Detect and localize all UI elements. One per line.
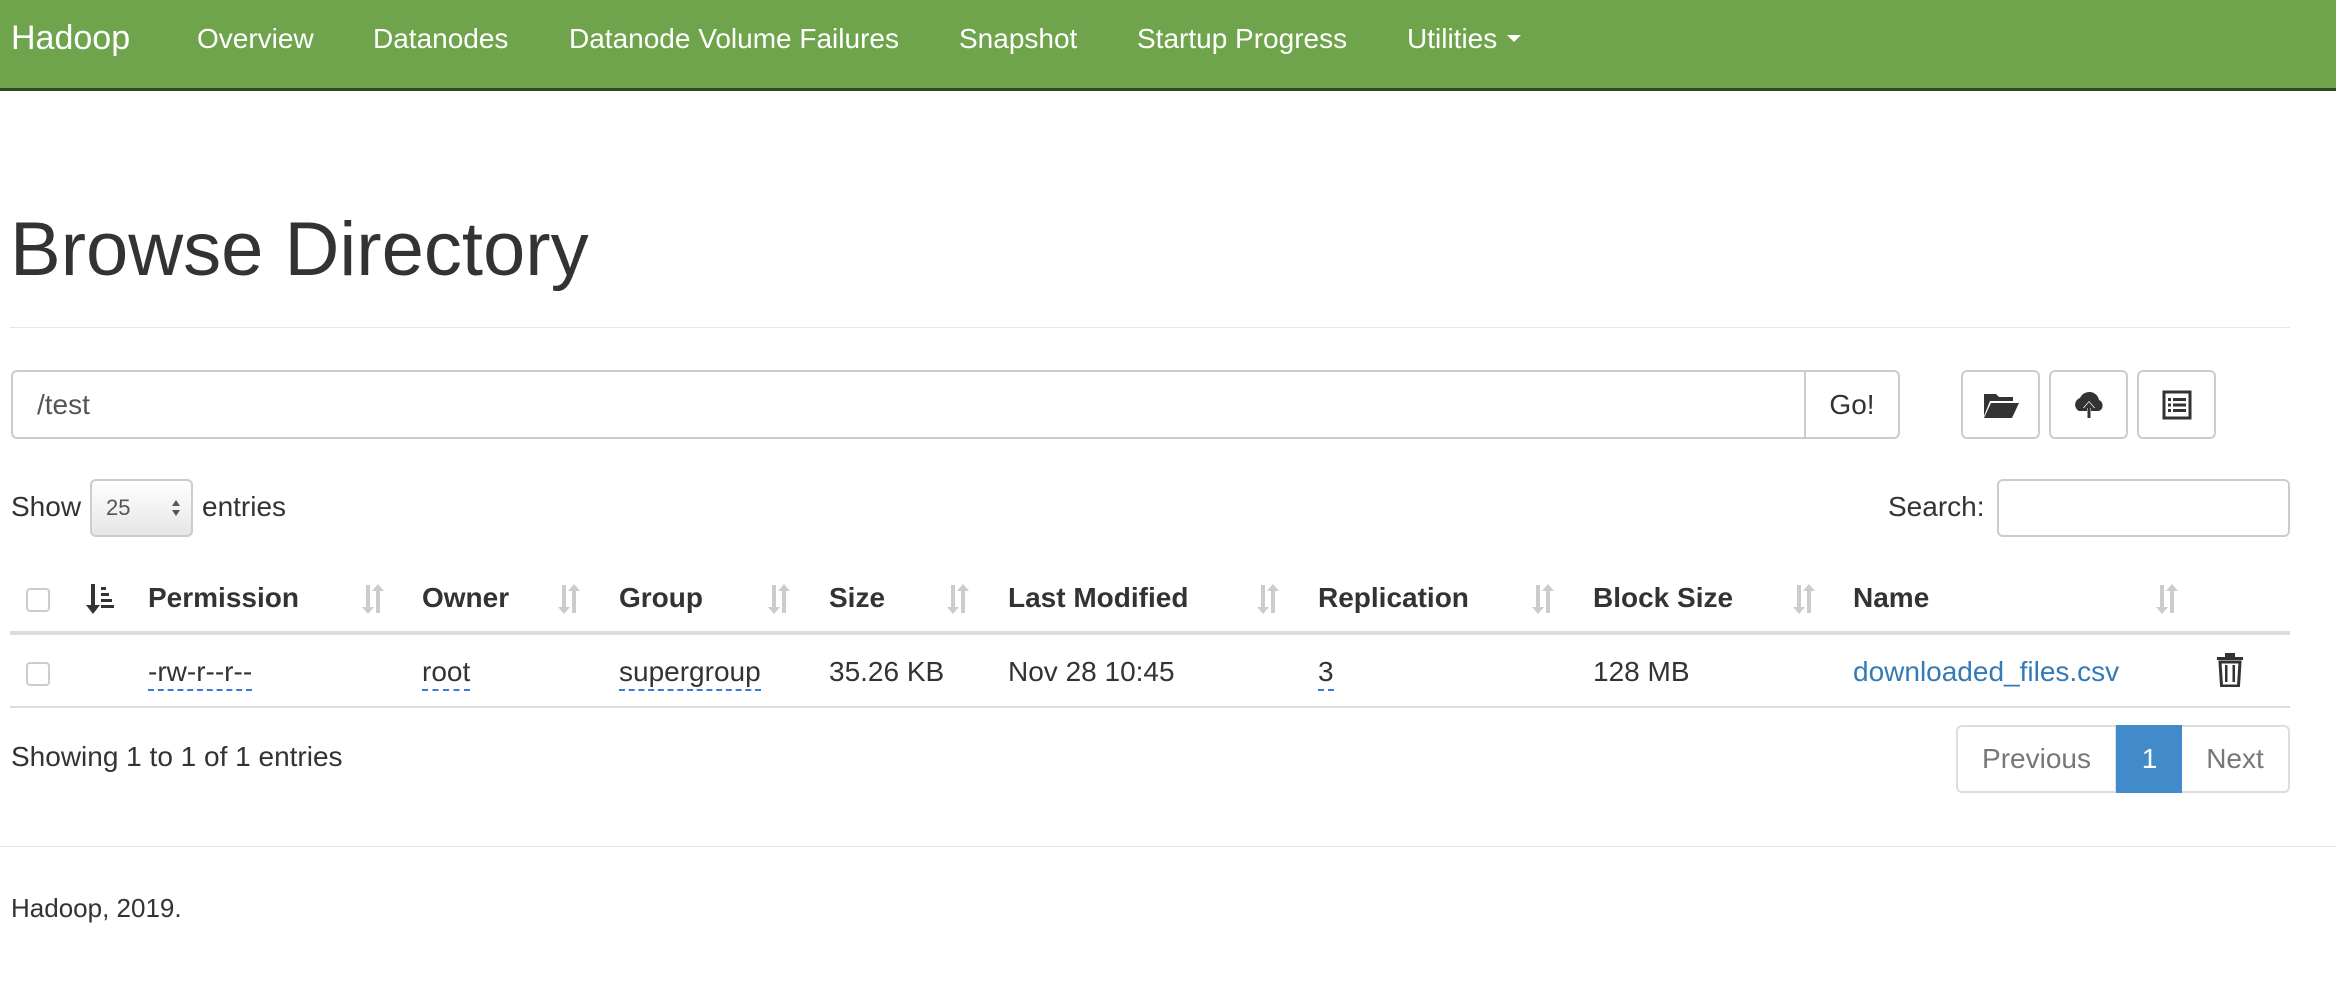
- column-header-owner[interactable]: Owner: [422, 581, 509, 615]
- sort-both-icon[interactable]: [1791, 581, 1819, 617]
- cell-replication[interactable]: 3: [1318, 655, 1334, 691]
- caret-down-icon: [1507, 35, 1522, 43]
- sort-both-icon[interactable]: [556, 581, 584, 617]
- upload-file-button[interactable]: [2049, 370, 2128, 439]
- nav-item-datanode-volume-failures[interactable]: Datanode Volume Failures: [569, 22, 899, 56]
- nav-item-startup-progress[interactable]: Startup Progress: [1137, 22, 1347, 56]
- search-input[interactable]: [1997, 479, 2290, 537]
- list-alt-icon: [2162, 390, 2191, 419]
- title-divider: [10, 327, 2290, 328]
- cloud-upload-icon: [2074, 391, 2103, 418]
- column-header-name[interactable]: Name: [1853, 581, 1929, 615]
- footer-divider: [0, 846, 2336, 847]
- page-length-select[interactable]: 25: [90, 479, 193, 537]
- column-header-last-modified[interactable]: Last Modified: [1008, 581, 1188, 615]
- sort-both-icon[interactable]: [2154, 581, 2182, 617]
- table-row: -rw-r--r-- root supergroup 35.26 KB Nov …: [10, 636, 2290, 708]
- directory-path-input[interactable]: [11, 370, 1806, 439]
- cell-last-modified: Nov 28 10:45: [1008, 656, 1175, 687]
- go-button[interactable]: Go!: [1804, 370, 1900, 439]
- select-arrows-icon: [172, 500, 180, 516]
- nav-item-utilities-label: Utilities: [1407, 23, 1498, 54]
- cell-group[interactable]: supergroup: [619, 655, 761, 691]
- sort-both-icon[interactable]: [360, 581, 388, 617]
- next-page-button[interactable]: Next: [2182, 725, 2290, 793]
- footer-text: Hadoop, 2019.: [11, 893, 182, 923]
- cell-permission[interactable]: -rw-r--r--: [148, 655, 253, 691]
- page-title: Browse Directory: [10, 207, 589, 292]
- column-header-group[interactable]: Group: [619, 581, 703, 615]
- nav-item-overview[interactable]: Overview: [197, 22, 314, 56]
- sort-both-icon[interactable]: [1255, 581, 1283, 617]
- nav-item-datanodes[interactable]: Datanodes: [373, 22, 508, 56]
- cell-owner[interactable]: root: [422, 655, 471, 691]
- nav-item-snapshot[interactable]: Snapshot: [959, 22, 1077, 56]
- nav-item-utilities[interactable]: Utilities: [1407, 22, 1522, 56]
- entries-label: entries: [202, 491, 287, 522]
- sort-desc-icon[interactable]: [86, 581, 114, 617]
- column-header-permission[interactable]: Permission: [148, 581, 299, 615]
- show-label: Show: [11, 491, 82, 522]
- page-1-button[interactable]: 1: [2116, 725, 2183, 793]
- file-name-link[interactable]: downloaded_files.csv: [1853, 655, 2119, 689]
- cut-paste-button[interactable]: [2137, 370, 2216, 439]
- select-all-checkbox[interactable]: [26, 588, 50, 612]
- page-length-value: 25: [106, 495, 131, 520]
- column-header-size[interactable]: Size: [829, 581, 885, 615]
- brand-logo[interactable]: Hadoop: [11, 18, 130, 58]
- create-directory-button[interactable]: [1961, 370, 2040, 439]
- row-checkbox[interactable]: [26, 662, 50, 686]
- cell-block-size: 128 MB: [1593, 656, 1690, 687]
- column-header-block-size[interactable]: Block Size: [1593, 581, 1733, 615]
- sort-both-icon[interactable]: [1530, 581, 1558, 617]
- column-header-replication[interactable]: Replication: [1318, 581, 1469, 615]
- previous-page-button[interactable]: Previous: [1956, 725, 2117, 793]
- search-label: Search:: [1888, 491, 1985, 522]
- top-navbar: Hadoop Overview Datanodes Datanode Volum…: [0, 0, 2336, 91]
- folder-open-icon: [1983, 393, 2019, 418]
- sort-both-icon[interactable]: [945, 581, 973, 617]
- sort-both-icon[interactable]: [766, 581, 794, 617]
- cell-size: 35.26 KB: [829, 656, 945, 687]
- trash-icon[interactable]: [2215, 653, 2245, 687]
- table-info-text: Showing 1 to 1 of 1 entries: [11, 741, 343, 772]
- table-header-row: Permission Owner Group Size Last Modifie…: [10, 565, 2290, 635]
